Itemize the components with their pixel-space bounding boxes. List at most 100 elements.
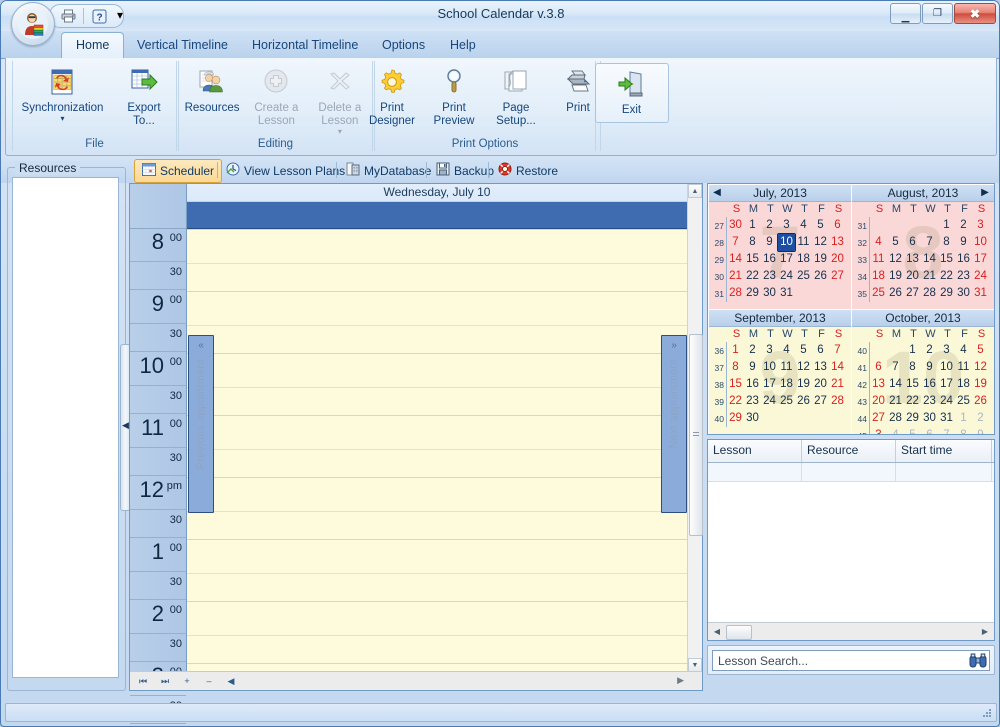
calendar-day[interactable]: 2	[972, 410, 989, 427]
calendar-day[interactable]: 21	[727, 268, 744, 285]
calendar-day[interactable]: 17	[761, 376, 778, 393]
tab-view-lesson-plans[interactable]: View Lesson Plans	[219, 160, 352, 181]
calendar-day[interactable]: 10	[938, 359, 955, 376]
calendar-day[interactable]: 19	[795, 376, 812, 393]
calendar-day[interactable]: 26	[812, 268, 829, 285]
calendar-day[interactable]: 28	[887, 410, 904, 427]
calendar-day[interactable]: 29	[938, 285, 955, 302]
calendar-day[interactable]: 12	[795, 359, 812, 376]
calendar-day[interactable]: 17	[972, 251, 989, 268]
search-input[interactable]: Lesson Search...	[713, 654, 967, 668]
lesson-column-header[interactable]: Start time	[896, 440, 992, 462]
calendar-day[interactable]: 18	[955, 376, 972, 393]
next-appointment-bar[interactable]: » Next appointment	[661, 335, 687, 513]
calendar-day[interactable]: 4	[870, 234, 887, 251]
calendar-day[interactable]: 15	[727, 376, 744, 393]
calendar-day[interactable]: 16	[955, 251, 972, 268]
calendar-day[interactable]: 8	[727, 359, 744, 376]
chevron-down-icon[interactable]: ▾	[60, 115, 64, 123]
calendar-day[interactable]: 7	[829, 342, 846, 359]
calendar-day[interactable]: 6	[812, 342, 829, 359]
calendar-day[interactable]: 19	[812, 251, 829, 268]
tab-restore[interactable]: Restore	[491, 160, 565, 181]
calendar-day[interactable]: 5	[812, 217, 829, 234]
calendar-day[interactable]: 16	[921, 376, 938, 393]
calendar-day[interactable]: 17	[938, 376, 955, 393]
exit-button[interactable]: Exit	[594, 63, 669, 123]
calendar-day[interactable]: 30	[727, 217, 744, 234]
calendar-day[interactable]: 13	[812, 359, 829, 376]
calendar-day[interactable]: 22	[904, 393, 921, 410]
calendar-day[interactable]: 31	[778, 285, 795, 302]
maximize-button[interactable]: ❐	[922, 3, 953, 24]
calendar-day[interactable]: 4	[887, 427, 904, 434]
calendar-day[interactable]	[904, 217, 921, 234]
binoculars-icon[interactable]	[967, 651, 989, 670]
hscroll-right-icon[interactable]: ▶	[978, 624, 992, 638]
lesson-cell[interactable]	[708, 463, 802, 481]
collapse-panel-icon[interactable]: ◀	[122, 420, 129, 431]
calendar-day[interactable]: 24	[761, 393, 778, 410]
calendar-day[interactable]: 22	[727, 393, 744, 410]
calendar-day[interactable]: 27	[904, 285, 921, 302]
calendar-day[interactable]	[795, 285, 812, 302]
calendar-day[interactable]: 12	[887, 251, 904, 268]
calendar-day[interactable]: 9	[955, 234, 972, 251]
calendar-day[interactable]: 13	[870, 376, 887, 393]
ribbon-tab-horizontal-timeline[interactable]: Horizontal Timeline	[238, 33, 372, 58]
calendar-day[interactable]: 28	[727, 285, 744, 302]
last-record-button[interactable]: ⏭	[158, 674, 172, 688]
first-record-button[interactable]: ⏮	[136, 674, 150, 688]
scroll-left-button[interactable]: ◀	[224, 674, 238, 688]
calendar-day[interactable]: 11	[955, 359, 972, 376]
calendar-day[interactable]: 14	[829, 359, 846, 376]
remove-record-button[interactable]: –	[202, 674, 216, 688]
ribbon-tab-help[interactable]: Help	[436, 33, 490, 58]
calendar-day[interactable]: 7	[887, 359, 904, 376]
calendar-day[interactable]: 5	[972, 342, 989, 359]
app-logo-icon[interactable]	[11, 2, 55, 46]
scroll-right-button[interactable]: ▶	[677, 675, 684, 686]
calendar-day[interactable]: 27	[829, 268, 846, 285]
calendar-day[interactable]: 6	[921, 427, 938, 434]
calendar-day[interactable]: 8	[744, 234, 761, 251]
calendar-day[interactable]	[887, 217, 904, 234]
calendar-day[interactable]: 24	[778, 268, 795, 285]
calendar-day[interactable]: 30	[744, 410, 761, 427]
calendar-day[interactable]	[870, 217, 887, 234]
calendar-day[interactable]: 11	[778, 359, 795, 376]
scrollbar-thumb[interactable]	[689, 334, 703, 536]
calendar-day[interactable]: 9	[744, 359, 761, 376]
calendar-day[interactable]: 18	[778, 376, 795, 393]
calendar-day[interactable]: 30	[921, 410, 938, 427]
calendar-day[interactable]: 29	[727, 410, 744, 427]
calendar-day[interactable]: 15	[744, 251, 761, 268]
calendar-day[interactable]: 30	[955, 285, 972, 302]
calendar-day[interactable]: 7	[921, 234, 938, 251]
calendar-day[interactable]: 26	[887, 285, 904, 302]
calendar-day[interactable]: 25	[955, 393, 972, 410]
calendar-prev-month-button[interactable]: ◀	[710, 185, 724, 199]
calendar-day[interactable]: 24	[972, 268, 989, 285]
calendar-day[interactable]	[829, 285, 846, 302]
calendar-day[interactable]: 21	[887, 393, 904, 410]
calendar-day[interactable]: 6	[870, 359, 887, 376]
calendar-day[interactable]: 22	[938, 268, 955, 285]
calendar-day[interactable]: 13	[904, 251, 921, 268]
calendar-day[interactable]: 10	[761, 359, 778, 376]
calendar-day[interactable]: 18	[870, 268, 887, 285]
tab-mydatabase[interactable]: MyDatabase	[339, 160, 438, 181]
calendar-day[interactable]: 10	[972, 234, 989, 251]
calendar-day[interactable]	[870, 342, 887, 359]
calendar-day[interactable]: 31	[938, 410, 955, 427]
calendar-day[interactable]: 14	[887, 376, 904, 393]
calendar-day[interactable]: 4	[778, 342, 795, 359]
scheduler-grid[interactable]: « Previous appointment » Next appointmen…	[187, 229, 688, 690]
calendar-day[interactable]: 1	[727, 342, 744, 359]
export-to-button[interactable]: Export To...	[112, 63, 176, 128]
calendar-day[interactable]	[829, 410, 846, 427]
ribbon-tab-vertical-timeline[interactable]: Vertical Timeline	[123, 33, 242, 58]
calendar-day[interactable]: 23	[955, 268, 972, 285]
add-record-button[interactable]: +	[180, 674, 194, 688]
resize-grip-icon[interactable]	[981, 707, 993, 719]
